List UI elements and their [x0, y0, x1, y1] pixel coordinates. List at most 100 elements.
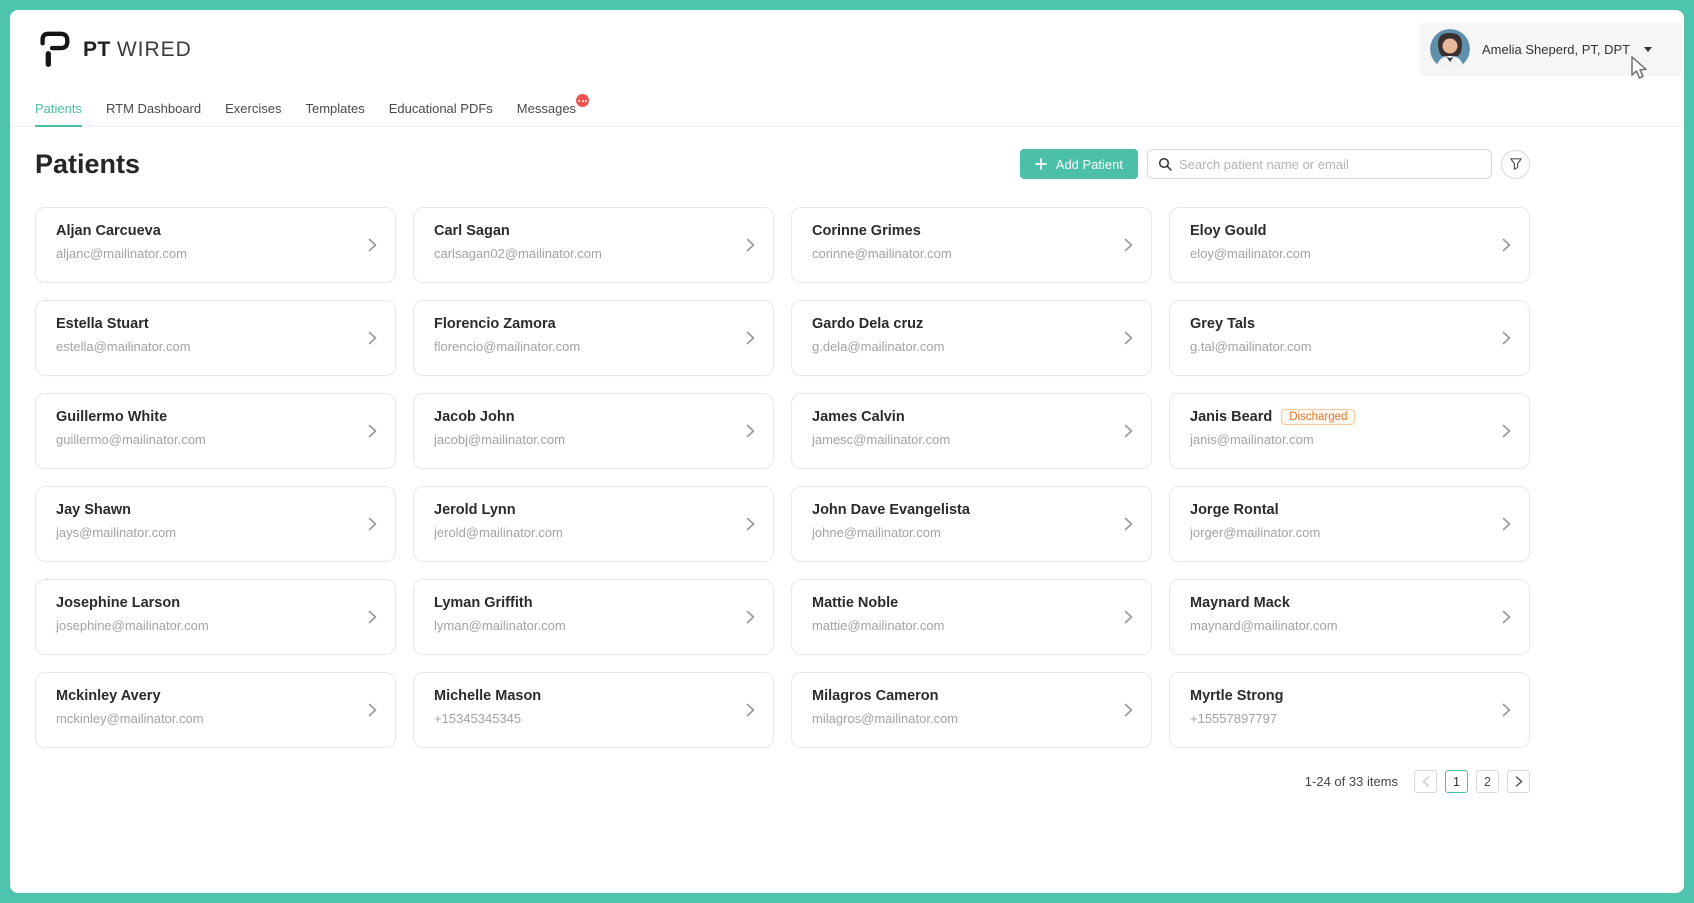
chevron-right-icon — [746, 331, 755, 345]
pagination-page-1[interactable]: 1 — [1445, 770, 1468, 793]
patient-card-aljan-carcueva[interactable]: Aljan Carcueva aljanc@mailinator.com — [35, 207, 396, 283]
tab-patients[interactable]: Patients — [35, 101, 82, 127]
patient-card-myrtle-strong[interactable]: Myrtle Strong +15557897797 — [1169, 672, 1530, 748]
user-menu[interactable]: Amelia Sheperd, PT, DPT — [1420, 22, 1682, 76]
patient-card-lyman-griffith[interactable]: Lyman Griffith lyman@mailinator.com — [413, 579, 774, 655]
patient-name: Aljan Carcueva — [56, 223, 161, 239]
patient-card-guillermo-white[interactable]: Guillermo White guillermo@mailinator.com — [35, 393, 396, 469]
chevron-right-icon — [746, 517, 755, 531]
patient-contact: jorger@mailinator.com — [1190, 525, 1509, 540]
toolbar: Add Patient — [1020, 149, 1530, 179]
patient-card-jacob-john[interactable]: Jacob John jacobj@mailinator.com — [413, 393, 774, 469]
search-input[interactable] — [1179, 157, 1481, 172]
patient-card-corinne-grimes[interactable]: Corinne Grimes corinne@mailinator.com — [791, 207, 1152, 283]
patient-card-janis-beard[interactable]: Janis Beard Discharged janis@mailinator.… — [1169, 393, 1530, 469]
patient-name: Mckinley Avery — [56, 688, 161, 704]
patient-card-maynard-mack[interactable]: Maynard Mack maynard@mailinator.com — [1169, 579, 1530, 655]
patient-card-josephine-larson[interactable]: Josephine Larson josephine@mailinator.co… — [35, 579, 396, 655]
logo-text-bold: PT — [83, 38, 111, 62]
chevron-right-icon — [1124, 424, 1133, 438]
patient-name: Michelle Mason — [434, 688, 541, 704]
patient-name: Carl Sagan — [434, 223, 510, 239]
chevron-right-icon — [368, 424, 377, 438]
patient-card-eloy-gould[interactable]: Eloy Gould eloy@mailinator.com — [1169, 207, 1530, 283]
tab-educational-pdfs[interactable]: Educational PDFs — [389, 101, 493, 126]
chevron-right-icon — [1502, 424, 1511, 438]
chevron-right-icon — [1124, 517, 1133, 531]
pt-wired-logo: PT WIRED — [35, 29, 192, 71]
patient-card-mattie-noble[interactable]: Mattie Noble mattie@mailinator.com — [791, 579, 1152, 655]
patient-contact: jacobj@mailinator.com — [434, 432, 753, 447]
tab-messages[interactable]: Messages — [517, 101, 576, 126]
add-patient-button[interactable]: Add Patient — [1020, 149, 1138, 179]
tab-rtm-dashboard[interactable]: RTM Dashboard — [106, 101, 201, 126]
patient-contact: estella@mailinator.com — [56, 339, 375, 354]
chevron-right-icon — [746, 610, 755, 624]
patient-card-grey-tals[interactable]: Grey Tals g.tal@mailinator.com — [1169, 300, 1530, 376]
patient-contact: eloy@mailinator.com — [1190, 246, 1509, 261]
tab-templates[interactable]: Templates — [305, 101, 364, 126]
patient-name: Lyman Griffith — [434, 595, 533, 611]
nav-tabs: Patients RTM Dashboard Exercises Templat… — [10, 90, 1684, 127]
chevron-right-icon — [368, 703, 377, 717]
patient-card-gardo-dela-cruz[interactable]: Gardo Dela cruz g.dela@mailinator.com — [791, 300, 1152, 376]
patient-contact: +15557897797 — [1190, 711, 1509, 726]
patient-name: Gardo Dela cruz — [812, 316, 923, 332]
chevron-right-icon — [1124, 238, 1133, 252]
patient-contact: milagros@mailinator.com — [812, 711, 1131, 726]
patient-contact: corinne@mailinator.com — [812, 246, 1131, 261]
chevron-right-icon — [1502, 610, 1511, 624]
tab-label: Templates — [305, 101, 364, 116]
patient-contact: mckinley@mailinator.com — [56, 711, 375, 726]
search-icon — [1158, 157, 1172, 171]
patient-card-carl-sagan[interactable]: Carl Sagan carlsagan02@mailinator.com — [413, 207, 774, 283]
pagination-page-2[interactable]: 2 — [1476, 770, 1499, 793]
patient-name: Josephine Larson — [56, 595, 180, 611]
patient-name: Mattie Noble — [812, 595, 898, 611]
main-content: Patients Add Patient Aljan Carcueva a — [10, 141, 1684, 793]
patient-name: Estella Stuart — [56, 316, 149, 332]
chevron-right-icon — [1124, 331, 1133, 345]
patient-card-jerold-lynn[interactable]: Jerold Lynn jerold@mailinator.com — [413, 486, 774, 562]
patient-name: Milagros Cameron — [812, 688, 939, 704]
patient-name: Grey Tals — [1190, 316, 1255, 332]
patient-card-estella-stuart[interactable]: Estella Stuart estella@mailinator.com — [35, 300, 396, 376]
patient-name: Myrtle Strong — [1190, 688, 1283, 704]
search-box — [1147, 149, 1492, 179]
patient-name: Eloy Gould — [1190, 223, 1267, 239]
tab-label: Educational PDFs — [389, 101, 493, 116]
pagination-next-button[interactable] — [1507, 770, 1530, 793]
header: PT WIRED Amelia Sheperd, PT, DPT — [10, 10, 1684, 90]
tab-label: Exercises — [225, 101, 281, 116]
pt-wired-logo-icon — [35, 29, 73, 71]
plus-icon — [1035, 158, 1047, 170]
patient-card-milagros-cameron[interactable]: Milagros Cameron milagros@mailinator.com — [791, 672, 1152, 748]
patient-card-john-dave-evangelista[interactable]: John Dave Evangelista johne@mailinator.c… — [791, 486, 1152, 562]
patient-contact: lyman@mailinator.com — [434, 618, 753, 633]
patient-card-james-calvin[interactable]: James Calvin jamesc@mailinator.com — [791, 393, 1152, 469]
page-title: Patients — [35, 149, 140, 180]
patient-card-jorge-rontal[interactable]: Jorge Rontal jorger@mailinator.com — [1169, 486, 1530, 562]
patient-contact: guillermo@mailinator.com — [56, 432, 375, 447]
patient-card-jay-shawn[interactable]: Jay Shawn jays@mailinator.com — [35, 486, 396, 562]
pagination-prev-button[interactable] — [1414, 770, 1437, 793]
patient-name: Florencio Zamora — [434, 316, 556, 332]
chevron-right-icon — [368, 331, 377, 345]
filter-button[interactable] — [1501, 150, 1530, 179]
patient-name: Corinne Grimes — [812, 223, 921, 239]
patient-contact: florencio@mailinator.com — [434, 339, 753, 354]
patient-contact: jerold@mailinator.com — [434, 525, 753, 540]
patient-name: Jacob John — [434, 409, 515, 425]
app-window: PT WIRED Amelia Sheperd, PT, DPT Patient… — [10, 10, 1684, 893]
chevron-right-icon — [746, 238, 755, 252]
patient-card-michelle-mason[interactable]: Michelle Mason +15345345345 — [413, 672, 774, 748]
chevron-right-icon — [368, 610, 377, 624]
tab-label: Patients — [35, 101, 82, 116]
tab-exercises[interactable]: Exercises — [225, 101, 281, 126]
patient-contact: josephine@mailinator.com — [56, 618, 375, 633]
patient-card-mckinley-avery[interactable]: Mckinley Avery mckinley@mailinator.com — [35, 672, 396, 748]
patient-card-florencio-zamora[interactable]: Florencio Zamora florencio@mailinator.co… — [413, 300, 774, 376]
tab-label: RTM Dashboard — [106, 101, 201, 116]
patient-name: Jay Shawn — [56, 502, 131, 518]
chevron-right-icon — [1502, 517, 1511, 531]
